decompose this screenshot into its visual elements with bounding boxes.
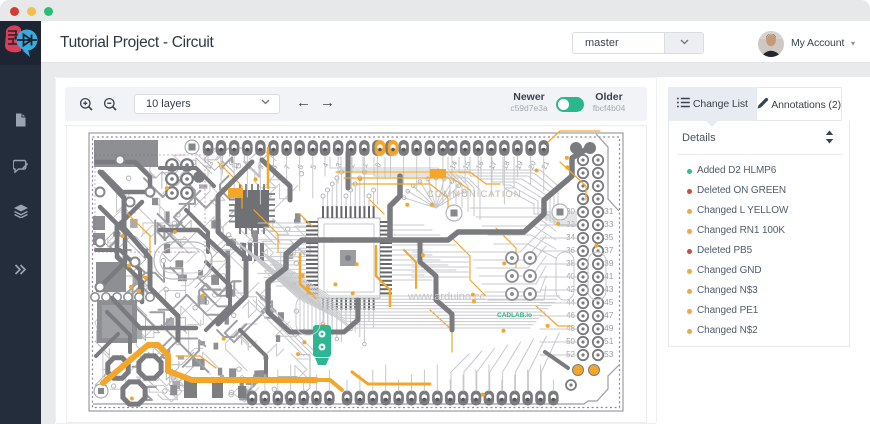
svg-text:35: 35 — [604, 232, 614, 242]
svg-text:47: 47 — [604, 310, 614, 320]
svg-text:14: 14 — [448, 159, 460, 170]
svg-text:37: 37 — [604, 245, 614, 255]
svg-text:12: 12 — [217, 159, 229, 170]
svg-text:11: 11 — [230, 160, 241, 171]
svg-text:21: 21 — [539, 159, 551, 170]
svg-text:COMMUNICATION: COMMUNICATION — [427, 189, 522, 200]
svg-text:49: 49 — [604, 323, 614, 333]
svg-text:41: 41 — [604, 271, 614, 281]
svg-text:45: 45 — [604, 297, 614, 307]
svg-text:4: 4 — [321, 161, 331, 169]
svg-text:18: 18 — [500, 159, 512, 170]
svg-text:CADLAB.io: CADLAB.io — [497, 312, 532, 319]
svg-text:53: 53 — [604, 349, 614, 359]
svg-text:16: 16 — [474, 159, 486, 170]
svg-text:17: 17 — [487, 159, 499, 170]
svg-text:7: 7 — [282, 163, 292, 171]
svg-text:15: 15 — [461, 159, 473, 170]
svg-text:33: 33 — [604, 219, 614, 229]
svg-text:6: 6 — [295, 163, 305, 171]
svg-text:www.arduino.cc: www.arduino.cc — [407, 291, 486, 303]
svg-text:51: 51 — [604, 336, 614, 346]
svg-text:5: 5 — [308, 163, 318, 171]
svg-text:19: 19 — [513, 159, 525, 170]
svg-text:31: 31 — [604, 206, 614, 216]
